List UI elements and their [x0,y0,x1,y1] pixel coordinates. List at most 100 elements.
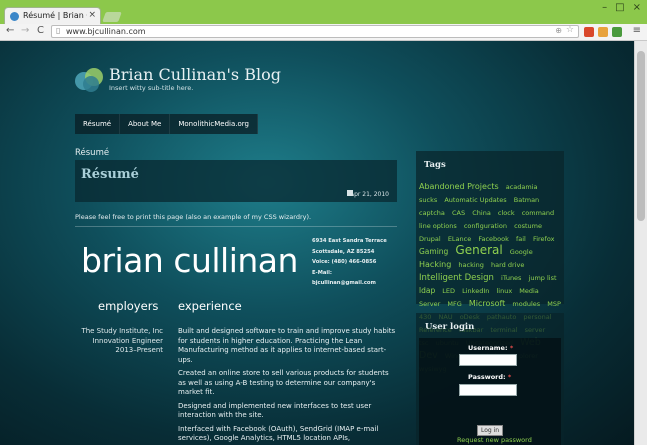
tag-link[interactable]: hacking [458,261,484,269]
tag-link[interactable]: configuration [464,222,507,230]
maximize-button[interactable]: □ [615,2,624,13]
name-last: cullinan [173,241,298,280]
tag-link[interactable]: Facebook [478,235,509,243]
breadcrumb: Résumé [75,148,110,158]
tag-link[interactable]: Intelligent Design [419,273,494,283]
address-bar[interactable]: ▯ www.bjcullinan.com ⊕ ☆ [51,25,579,38]
menu-item-about-me[interactable]: About Me [120,114,171,134]
password-input[interactable] [459,384,517,396]
tag-link[interactable]: sucks [419,196,437,204]
site-logo[interactable] [75,66,105,94]
login-heading: User login [425,322,475,332]
tag-link[interactable]: captcha [419,209,445,217]
intro-text: Please feel free to print this page (als… [75,213,312,221]
tag-link[interactable]: iTunes [501,274,521,282]
contact-city: Scottsdale, AZ 85254 [312,248,375,255]
page-icon: ▯ [56,26,61,35]
tag-link[interactable]: ldap [419,286,435,295]
tag-link[interactable]: Automatic Updates [444,196,506,204]
experience-item: Interfaced with Facebook (OAuth), SendGr… [178,424,379,443]
logo-circle [83,76,99,92]
tag-link[interactable]: Firefox [533,235,555,243]
zoom-icon[interactable]: ⊕ [555,26,562,35]
tag-link[interactable]: costume [514,222,542,230]
login-button[interactable]: Log in [477,425,503,436]
tag-link[interactable]: clock [498,209,515,217]
menu-item-resume[interactable]: Résumé [75,114,121,134]
tag-link[interactable]: Hacking [419,260,451,269]
tag-link[interactable]: Microsoft [469,299,505,308]
vertical-scrollbar[interactable] [634,41,647,445]
divider [75,226,397,227]
employer-company: The Study Institute, Inc [81,327,163,335]
tab-close-icon[interactable]: × [88,10,96,20]
contact-voice: Voice: (480) 466-0856 [312,259,377,265]
menu-item-monolithicmedia[interactable]: MonolithicMedia.org [170,114,258,134]
site-title[interactable]: Brian Cullinan's Blog [109,65,281,84]
bookmark-star-icon[interactable]: ☆ [566,25,574,35]
tab-title: Résumé | Brian Cullinan's [23,11,87,20]
browser-toolbar: ← → C ▯ www.bjcullinan.com ⊕ ☆ ≡ [0,24,647,41]
favicon-icon [10,12,19,21]
url-text: www.bjcullinan.com [66,27,146,36]
tag-link[interactable]: modules [512,300,540,308]
main-menu: Résumé About Me MonolithicMedia.org [75,114,258,134]
tags-block: Tags Abandoned Projects acadamia sucks A… [416,151,564,373]
tag-link[interactable]: hard drive [491,261,524,269]
window-controls: – □ × [602,2,641,13]
request-password-link[interactable]: Request new password [457,436,532,444]
tag-link[interactable]: LED [442,287,455,295]
employer-period: 2013–Present [115,346,163,354]
username-input[interactable] [459,354,517,366]
browser-menu-icon[interactable]: ≡ [633,25,641,36]
experience-list: Built and designed software to train and… [178,327,398,445]
username-label: Username: * [468,344,514,352]
employers-heading: employers [98,299,159,313]
tag-link[interactable]: China [472,209,491,217]
tag-link[interactable]: fail [516,235,526,243]
tag-link[interactable]: LinkedIn [462,287,489,295]
new-tab-button[interactable] [102,12,122,22]
tag-link[interactable]: Google [510,248,533,256]
employer-entry: The Study Institute, Inc Innovation Engi… [75,327,163,356]
contact-street: 6934 East Sandra Terrace [312,238,387,244]
browser-tab[interactable]: Résumé | Brian Cullinan's × [4,7,101,25]
tag-link[interactable]: Gaming [419,247,448,256]
tag-link[interactable]: Batman [514,196,539,204]
minimize-button[interactable]: – [602,2,607,13]
login-form: Username: * Password: * Log in Request n… [419,338,561,445]
back-arrow-icon[interactable]: ← [6,25,14,36]
employer-role: Innovation Engineer [92,336,163,345]
forward-arrow-icon[interactable]: → [21,25,29,36]
experience-item: Created an online store to sell various … [178,369,389,396]
tags-heading: Tags [424,160,446,170]
tag-link[interactable]: MFG [447,300,461,308]
tag-link[interactable]: General [455,243,502,257]
tag-link[interactable]: Abandoned Projects [419,182,499,191]
tag-link[interactable]: linux [496,287,512,295]
reload-icon[interactable]: C [37,25,44,36]
tag-link[interactable]: CAS [452,209,465,217]
post-header: Résumé Apr 21, 2010 [75,160,397,202]
tag-link[interactable]: acadamia [506,183,538,191]
experience-item: Built and designed software to train and… [178,327,396,364]
name-first: brian [81,241,164,280]
contact-email[interactable]: bjcullinan@gmail.com [312,278,387,289]
contact-info: 6934 East Sandra Terrace Scottsdale, AZ … [312,236,387,289]
page-viewport: Brian Cullinan's Blog Insert witty sub-t… [0,41,634,445]
extension-icon[interactable] [612,27,622,37]
window-close-button[interactable]: × [633,2,641,13]
tag-link[interactable]: Drupal [419,235,441,243]
post-title[interactable]: Résumé [81,167,139,182]
contact-email-label: E-Mail: [312,269,332,276]
tag-link[interactable]: ELance [448,235,471,243]
user-login-block: User login Username: * Password: * Log i… [416,313,564,445]
experience-heading: experience [178,299,242,313]
extension-icon[interactable] [584,27,594,37]
tag-link[interactable]: jump list [529,274,557,282]
scrollbar-thumb[interactable] [637,51,645,221]
resume-name: brian cullinan [81,241,298,280]
experience-item: Designed and implemented new interfaces … [178,401,372,420]
password-label: Password: * [468,373,512,381]
extension-icon[interactable] [598,27,608,37]
